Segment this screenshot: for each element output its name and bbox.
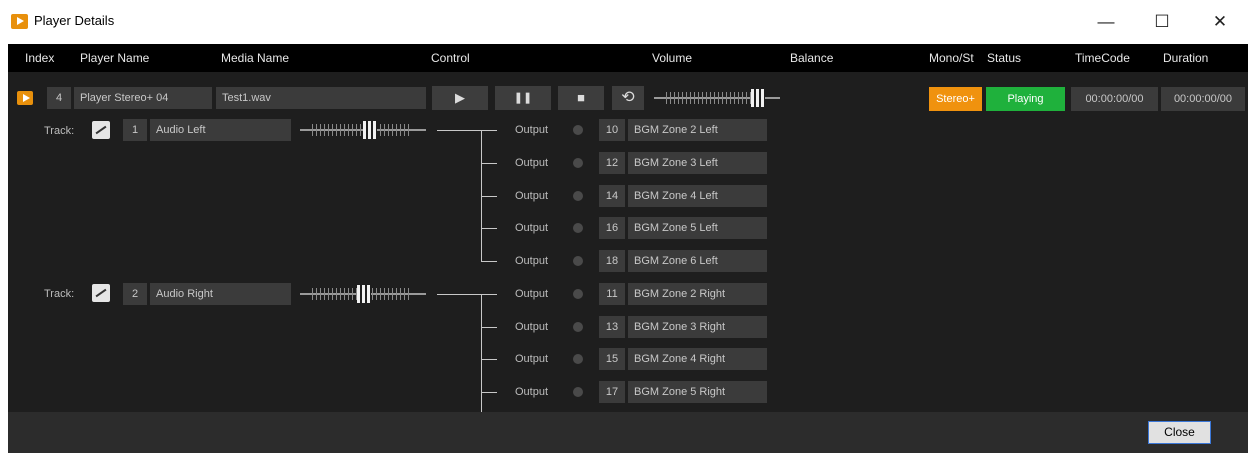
- col-index: Index: [25, 51, 55, 65]
- col-balance: Balance: [790, 51, 834, 65]
- window-title: Player Details: [34, 13, 115, 28]
- output-remove-icon[interactable]: [573, 158, 583, 168]
- output-label: Output: [515, 157, 549, 169]
- track-label: Track:: [44, 288, 75, 300]
- branch-line: [481, 196, 497, 197]
- track-1-number: 1: [123, 119, 147, 141]
- output-number: 12: [599, 152, 625, 174]
- output-remove-icon[interactable]: [573, 289, 583, 299]
- output-label: Output: [515, 353, 549, 365]
- output-zone: BGM Zone 2 Left: [628, 119, 767, 141]
- branch-line: [481, 359, 497, 360]
- output-zone: BGM Zone 3 Left: [628, 152, 767, 174]
- track-2-number: 2: [123, 283, 147, 305]
- output-remove-icon[interactable]: [573, 322, 583, 332]
- col-mono-st: Mono/St: [929, 51, 974, 65]
- branch-line: [481, 392, 497, 393]
- track-2-balance-knob[interactable]: [357, 285, 371, 303]
- track-1-balance-fader[interactable]: [298, 120, 428, 140]
- close-button[interactable]: Close: [1148, 421, 1211, 444]
- output-label: Output: [515, 222, 549, 234]
- output-remove-icon[interactable]: [573, 223, 583, 233]
- column-header-bar: [8, 44, 1248, 72]
- maximize-button[interactable]: ☐: [1143, 8, 1181, 36]
- close-window-button[interactable]: ✕: [1201, 8, 1239, 36]
- col-media-name: Media Name: [221, 51, 290, 65]
- output-label: Output: [515, 321, 549, 333]
- output-zone: BGM Zone 5 Right: [628, 381, 767, 403]
- player-name-field: Player Stereo+ 04: [74, 87, 212, 109]
- branch-line: [481, 261, 497, 262]
- output-label: Output: [515, 190, 549, 202]
- track-2-bus: [481, 294, 482, 412]
- footer-bar: [8, 412, 1248, 453]
- output-zone: BGM Zone 3 Right: [628, 316, 767, 338]
- output-number: 11: [599, 283, 625, 305]
- track-2-name: Audio Right: [150, 283, 291, 305]
- output-zone: BGM Zone 4 Left: [628, 185, 767, 207]
- branch-line: [481, 228, 497, 229]
- volume-fader-knob[interactable]: [751, 89, 765, 107]
- col-status: Status: [987, 51, 1022, 65]
- output-remove-icon[interactable]: [573, 191, 583, 201]
- branch-line: [481, 163, 497, 164]
- branch-line: [481, 294, 497, 295]
- output-zone: BGM Zone 4 Right: [628, 348, 767, 370]
- output-number: 17: [599, 381, 625, 403]
- duration-field: 00:00:00/00: [1161, 87, 1245, 111]
- pause-button[interactable]: ❚❚: [495, 86, 551, 110]
- output-remove-icon[interactable]: [573, 354, 583, 364]
- track-2-balance-fader[interactable]: [298, 284, 428, 304]
- track-2-connector: [437, 294, 485, 295]
- output-number: 18: [599, 250, 625, 272]
- track-label: Track:: [44, 125, 75, 137]
- output-remove-icon[interactable]: [573, 256, 583, 266]
- output-remove-icon[interactable]: [573, 387, 583, 397]
- branch-line: [481, 130, 497, 131]
- track-1-edit-icon[interactable]: [92, 121, 110, 139]
- output-zone: BGM Zone 2 Right: [628, 283, 767, 305]
- output-label: Output: [515, 288, 549, 300]
- track-2-edit-icon[interactable]: [92, 284, 110, 302]
- play-button[interactable]: ▶: [432, 86, 488, 110]
- volume-fader[interactable]: [652, 88, 782, 108]
- app-icon: [11, 14, 28, 29]
- title-bar: [0, 0, 1248, 44]
- col-timecode: TimeCode: [1075, 51, 1130, 65]
- output-number: 16: [599, 217, 625, 239]
- media-name-field: Test1.wav: [216, 87, 426, 109]
- col-player-name: Player Name: [80, 51, 150, 65]
- branch-line: [481, 327, 497, 328]
- output-number: 10: [599, 119, 625, 141]
- status-badge: Playing: [986, 87, 1065, 111]
- mono-st-badge: Stereo+: [929, 87, 982, 111]
- output-number: 15: [599, 348, 625, 370]
- player-index: 4: [47, 87, 71, 109]
- col-duration: Duration: [1163, 51, 1209, 65]
- output-number: 13: [599, 316, 625, 338]
- loop-button[interactable]: ⟲: [612, 86, 644, 110]
- timecode-field: 00:00:00/00: [1071, 87, 1158, 111]
- output-zone: BGM Zone 5 Left: [628, 217, 767, 239]
- minimize-button[interactable]: —: [1087, 8, 1125, 36]
- track-1-connector: [437, 130, 485, 131]
- output-remove-icon[interactable]: [573, 125, 583, 135]
- output-number: 14: [599, 185, 625, 207]
- output-label: Output: [515, 386, 549, 398]
- track-1-name: Audio Left: [150, 119, 291, 141]
- track-1-balance-knob[interactable]: [363, 121, 377, 139]
- output-label: Output: [515, 124, 549, 136]
- output-label: Output: [515, 255, 549, 267]
- stop-button[interactable]: ■: [558, 86, 604, 110]
- output-zone: BGM Zone 6 Left: [628, 250, 767, 272]
- col-control: Control: [431, 51, 470, 65]
- player-icon: [17, 91, 33, 105]
- col-volume: Volume: [652, 51, 693, 65]
